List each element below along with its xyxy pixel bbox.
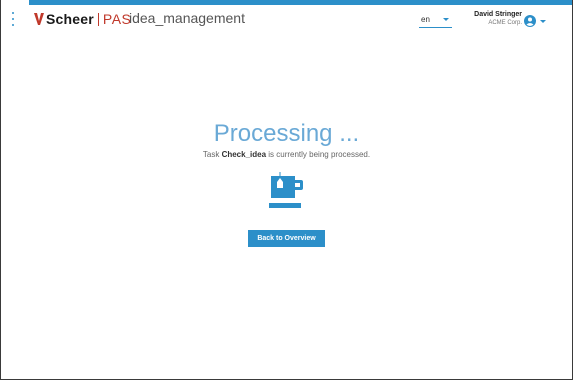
logo-brand-text: Scheer	[46, 11, 94, 27]
back-to-overview-button[interactable]: Back to Overview	[248, 230, 325, 247]
user-info: David Stringer ACME Corp.	[474, 10, 522, 27]
app-window: Scheer PAS idea_management en David Stri…	[0, 0, 573, 380]
language-select[interactable]: en	[419, 13, 452, 28]
tea-cup-icon	[268, 172, 305, 210]
chevron-down-icon	[443, 18, 449, 21]
user-organization: ACME Corp.	[488, 20, 522, 26]
user-menu-chevron-icon[interactable]	[540, 20, 546, 23]
user-name: David Stringer	[474, 11, 522, 18]
status-suffix: is currently being processed.	[266, 150, 371, 159]
app-name: idea_management	[129, 10, 245, 26]
scheer-logo-icon	[34, 13, 44, 25]
processing-panel: Processing ... Task Check_idea is curren…	[1, 120, 572, 247]
user-circle-icon[interactable]	[524, 15, 536, 27]
task-name: Check_idea	[221, 150, 267, 159]
logo-separator	[97, 12, 99, 26]
logo-product-text: PAS	[102, 11, 132, 27]
app-header: Scheer PAS idea_management en David Stri…	[1, 5, 572, 31]
language-value: en	[421, 15, 430, 24]
kebab-menu-icon[interactable]	[11, 12, 15, 26]
page-title: Processing ...	[213, 120, 360, 147]
scheer-pas-logo: Scheer PAS	[34, 10, 131, 28]
status-message: Task Check_idea is currently being proce…	[1, 150, 572, 160]
status-prefix: Task	[202, 150, 222, 159]
